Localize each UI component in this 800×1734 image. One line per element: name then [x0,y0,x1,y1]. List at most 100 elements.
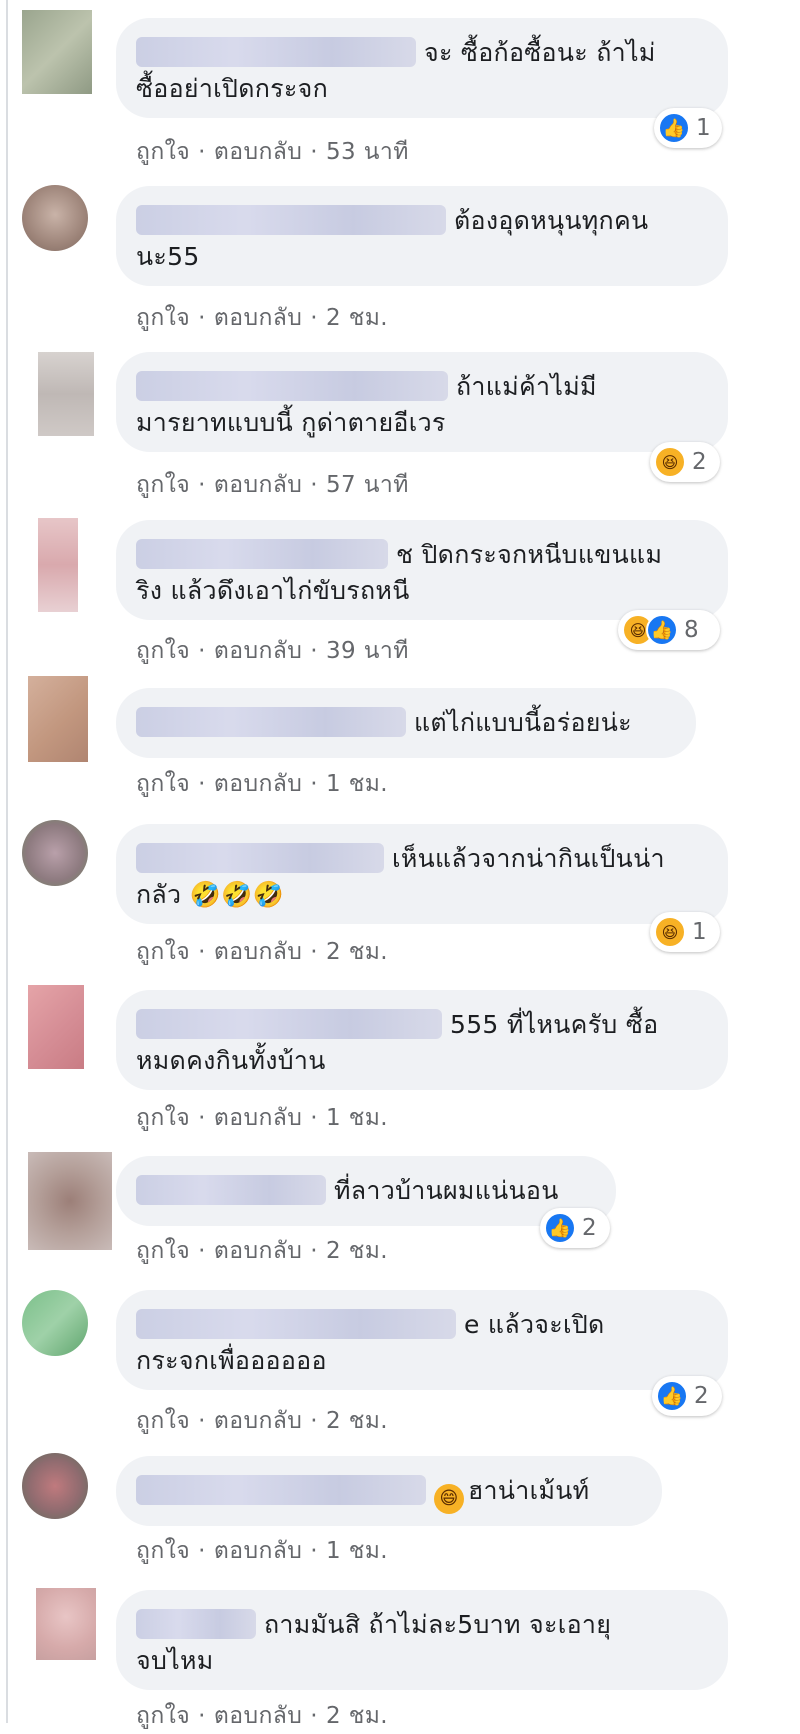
reply-link[interactable]: ตอบกลับ [214,1105,302,1131]
avatar[interactable] [22,820,88,886]
avatar[interactable] [22,1453,88,1519]
separator: · [310,939,318,965]
like-link[interactable]: ถูกใจ [136,939,190,965]
comment-bubble: ถ้าแม่ค้าไม่มี มารยาทแบบนี้ กูด่าตายอีเว… [116,352,728,452]
like-link[interactable]: ถูกใจ [136,1408,190,1434]
avatar[interactable] [22,1290,88,1356]
like-link[interactable]: ถูกใจ [136,1238,190,1264]
reply-link[interactable]: ตอบกลับ [214,139,302,165]
like-link[interactable]: ถูกใจ [136,638,190,664]
grinning-emoji-icon: 😄 [434,1484,464,1514]
separator: · [198,139,206,165]
commenter-name-blurred[interactable] [136,707,406,737]
separator: · [198,305,206,331]
separator: · [198,1538,206,1564]
timestamp[interactable]: 2 ชม. [326,939,388,965]
separator: · [198,472,206,498]
separator: · [310,1703,318,1729]
timestamp[interactable]: 2 ชม. [326,1408,388,1434]
like-icon: 👍 [544,1212,576,1244]
comment-actions: ถูกใจ · ตอบกลับ · 2 ชม. [136,934,388,970]
commenter-name-blurred[interactable] [136,1175,326,1205]
like-icon: 👍 [656,1380,688,1412]
avatar[interactable] [22,185,88,251]
like-link[interactable]: ถูกใจ [136,771,190,797]
avatar[interactable] [38,518,78,612]
comment-bubble: เห็นแล้วจากน่ากินเป็นน่า กลัว 🤣🤣🤣 [116,824,728,924]
commenter-name-blurred[interactable] [136,371,448,401]
comment-text: 😄 ฮาน่าเม้นท์ [136,1473,638,1514]
timestamp[interactable]: 53 นาที [326,139,409,165]
separator: · [310,305,318,331]
haha-icon: 😆 [654,446,686,478]
reaction-count: 2 [692,449,707,475]
commenter-name-blurred[interactable] [136,1009,442,1039]
separator: · [310,139,318,165]
comment-bubble: 555 ที่ไหนครับ ซื้อ หมดคงกินทั้งบ้าน [116,990,728,1090]
timestamp[interactable]: 2 ชม. [326,1703,388,1729]
commenter-name-blurred[interactable] [136,37,416,67]
timestamp[interactable]: 1 ชม. [326,1105,388,1131]
comment-bubble: ช ปิดกระจกหนีบแขนแม ริง แล้วดึงเอาไก่ขับ… [116,520,728,620]
commenter-name-blurred[interactable] [136,1309,456,1339]
comment-text: เห็นแล้วจากน่ากินเป็นน่า กลัว 🤣🤣🤣 [136,843,665,909]
like-link[interactable]: ถูกใจ [136,1538,190,1564]
comment-text: ถามมันสิ ถ้าไม่ละ5บาท จะเอายุ จบไหม [136,1609,612,1675]
comment-text: ต้องอุดหนุนทุกคน นะ55 [136,205,649,271]
avatar[interactable] [22,10,92,94]
commenter-name-blurred[interactable] [136,539,388,569]
like-link[interactable]: ถูกใจ [136,305,190,331]
comment-actions: ถูกใจ · ตอบกลับ · 1 ชม. [136,1533,388,1569]
comment-bubble: จะ ซื้อก้อซื้อนะ ถ้าไม่ ซื้ออย่าเปิดกระจ… [116,18,728,118]
reaction-summary[interactable]: 👍 1 [654,108,722,148]
comment-bubble: ที่ลาวบ้านผมแน่นอน [116,1156,616,1226]
separator: · [310,1238,318,1264]
reply-link[interactable]: ตอบกลับ [214,939,302,965]
comment-bubble: แต่ไก่แบบนี้อร่อยน่ะ [116,688,696,758]
comment-text: e แล้วจะเปิด กระจกเพื่ออออออ [136,1309,605,1375]
reaction-count: 2 [694,1383,709,1409]
commenter-name-blurred[interactable] [136,1609,256,1639]
comment-bubble: 😄 ฮาน่าเม้นท์ [116,1456,662,1526]
reply-link[interactable]: ตอบกลับ [214,771,302,797]
timestamp[interactable]: 2 ชม. [326,305,388,331]
comment-text: แต่ไก่แบบนี้อร่อยน่ะ [136,705,672,741]
separator: · [310,1408,318,1434]
timestamp[interactable]: 39 นาที [326,638,409,664]
timestamp[interactable]: 1 ชม. [326,771,388,797]
avatar[interactable] [28,985,84,1069]
like-link[interactable]: ถูกใจ [136,1105,190,1131]
like-link[interactable]: ถูกใจ [136,472,190,498]
like-link[interactable]: ถูกใจ [136,139,190,165]
separator: · [310,638,318,664]
commenter-name-blurred[interactable] [136,205,446,235]
avatar[interactable] [28,676,88,762]
reply-link[interactable]: ตอบกลับ [214,472,302,498]
reply-link[interactable]: ตอบกลับ [214,1703,302,1729]
reaction-summary[interactable]: 😆 2 [650,442,720,482]
separator: · [198,771,206,797]
avatar[interactable] [36,1588,96,1660]
avatar[interactable] [28,1152,112,1250]
commenter-name-blurred[interactable] [136,1475,426,1505]
reaction-summary[interactable]: 😆 1 [650,912,720,952]
comment-actions: ถูกใจ · ตอบกลับ · 53 นาที [136,134,409,170]
reaction-summary[interactable]: 👍 2 [652,1376,722,1416]
commenter-name-blurred[interactable] [136,843,384,873]
timestamp[interactable]: 1 ชม. [326,1538,388,1564]
timestamp[interactable]: 57 นาที [326,472,409,498]
comment-actions: ถูกใจ · ตอบกลับ · 2 ชม. [136,1403,388,1439]
reply-link[interactable]: ตอบกลับ [214,1238,302,1264]
avatar[interactable] [38,352,94,436]
comment-actions: ถูกใจ · ตอบกลับ · 2 ชม. [136,1698,388,1734]
reaction-summary[interactable]: 😆 👍 8 [618,610,720,650]
reply-link[interactable]: ตอบกลับ [214,1538,302,1564]
separator: · [198,939,206,965]
reply-link[interactable]: ตอบกลับ [214,305,302,331]
like-link[interactable]: ถูกใจ [136,1703,190,1729]
reply-link[interactable]: ตอบกลับ [214,1408,302,1434]
reaction-summary[interactable]: 👍 2 [540,1208,610,1248]
timestamp[interactable]: 2 ชม. [326,1238,388,1264]
reaction-count: 1 [692,919,707,945]
reply-link[interactable]: ตอบกลับ [214,638,302,664]
